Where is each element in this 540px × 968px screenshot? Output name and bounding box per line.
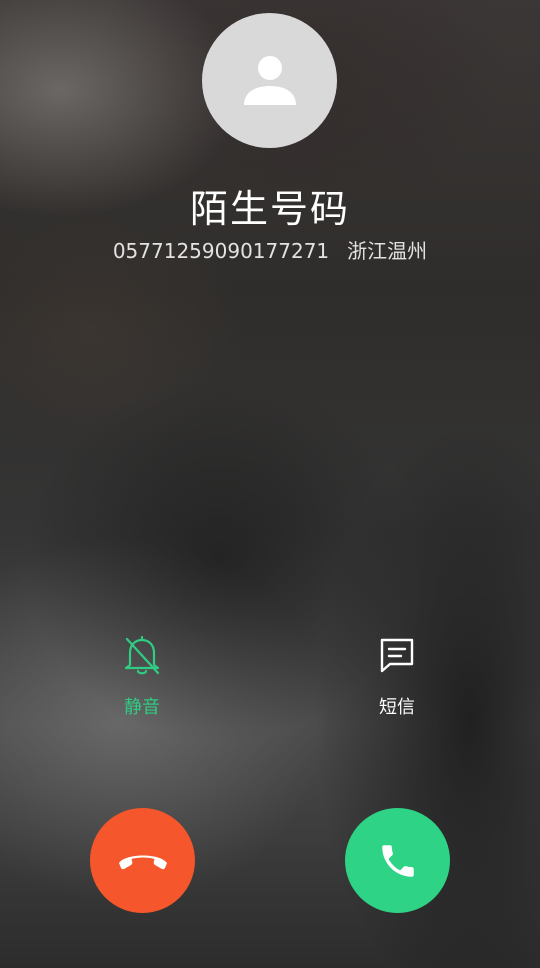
caller-location: 浙江温州 bbox=[347, 239, 428, 263]
answer-call-button[interactable] bbox=[345, 808, 450, 913]
caller-info: 05771259090177271 浙江温州 bbox=[0, 235, 540, 264]
mute-button[interactable]: 静音 bbox=[82, 632, 202, 719]
caller-number: 05771259090177271 bbox=[112, 239, 330, 263]
phone-icon bbox=[381, 844, 414, 877]
mute-label: 静音 bbox=[124, 697, 160, 718]
hang-up-icon bbox=[118, 855, 167, 869]
person-icon bbox=[243, 55, 296, 105]
sms-button[interactable]: 短信 bbox=[337, 632, 457, 719]
caller-name: 陌生号码 bbox=[189, 187, 350, 231]
incoming-call-screen: 陌生号码 05771259090177271 浙江温州 静音 短信 bbox=[0, 0, 540, 968]
sms-label: 短信 bbox=[379, 697, 415, 718]
decline-call-button[interactable] bbox=[90, 808, 195, 913]
bell-off-icon bbox=[124, 635, 160, 675]
message-icon bbox=[380, 638, 414, 673]
caller-avatar bbox=[202, 13, 337, 148]
